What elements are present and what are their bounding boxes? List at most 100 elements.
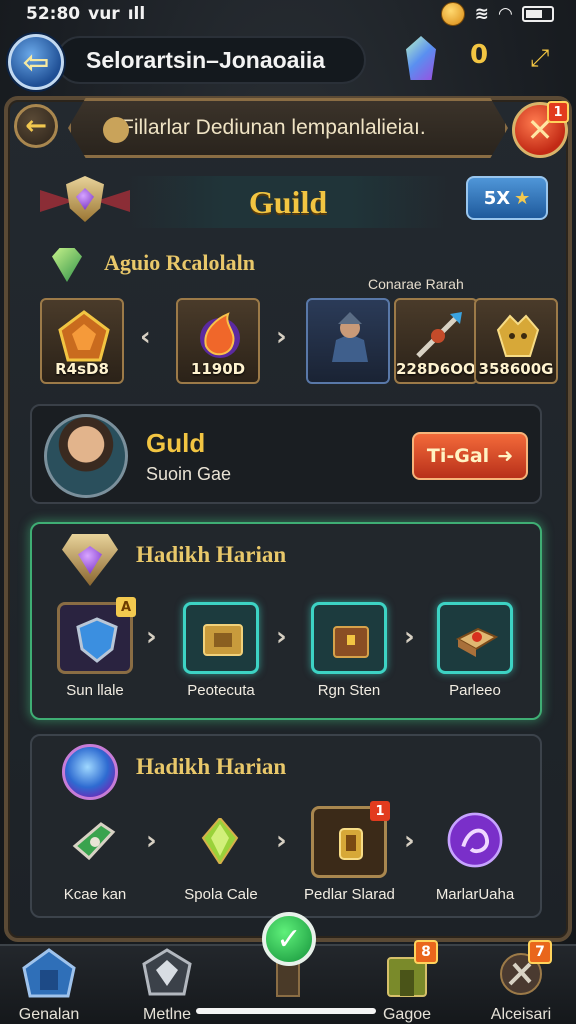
notification-badge: 1 [547,101,569,123]
crystal-icon[interactable] [406,36,436,80]
green-scroll-icon [72,822,116,861]
reward-card[interactable]: 1190D [176,298,260,384]
nav-label: Alceisari [490,1006,552,1023]
quest-item-label: Peotecuta [187,682,255,699]
crossbow-icon [416,312,462,358]
go-button[interactable]: Ti-Gal ➜ [412,432,528,480]
quest-emblem-icon [62,534,118,586]
reward-value: 228D6OOS [396,360,478,378]
link-icon[interactable]: ⤢ [530,44,549,72]
player-subtitle: Suoin Gae [146,464,232,484]
reward-value: R4sD8 [55,360,109,378]
battery-icon [522,6,554,22]
home-indicator[interactable] [196,1008,376,1014]
item-badge: A [116,597,136,617]
wifi-icon-2: ◠ [498,4,512,24]
quest-item[interactable]: Peotecuta [176,602,266,699]
quest-item[interactable]: A Sun llale [50,597,140,699]
guild-title: Guild [128,176,448,228]
nav-badge: 8 [414,940,438,964]
arrow-right-icon: ➜ [497,445,514,467]
emerald-icon [52,248,82,282]
quest-item[interactable]: Kcae kan [50,806,140,903]
page-title: Selorartsin–Jonaoaiia [56,36,366,84]
quest-item-frame [437,806,513,878]
knight-icon [332,312,368,362]
confirm-button[interactable]: ✓ [262,912,316,966]
go-button-label: Ti-Gal [426,445,490,467]
nav-item-general[interactable]: Genalan [0,948,104,1024]
reward-card[interactable]: 358600G [474,298,558,384]
player-card: Guld Suoin Gae Ti-Gal ➜ [30,404,542,504]
panel-banner: Fillarlar Dediunan lempanlalieiaı. [68,98,508,158]
quest-item[interactable]: Rgn Sten [304,602,394,699]
wifi-icon: ≋ [474,4,489,24]
green-crystal-icon [201,818,239,864]
nav-item-alceisari[interactable]: 7 Alceisari [466,940,576,1024]
nav-label: Genalan [18,1006,80,1023]
quest-item[interactable]: Spola Cale [176,806,266,903]
player-name: Guld [146,428,206,458]
guild-emblem-icon [40,176,130,230]
daily-quest-panel-2: Hadikh Harian Kcae kan › Spola Cale › 1 [30,734,542,918]
arrow-left-icon: ⇦ [22,43,50,81]
status-time: 52:80 [26,4,81,24]
quest-item-frame [437,602,513,674]
treasure-tablet-icon [203,624,243,656]
quest-item-label: Rgn Sten [317,682,381,699]
reward-section-label: Aguio Rcalolaln [104,250,255,275]
chevron-left-icon[interactable]: ‹ [140,322,151,352]
quest-title: Hadikh Harian [136,542,287,567]
quest-item-frame: A [57,597,136,674]
star-icon: ★ [514,187,531,209]
chevron-right-icon[interactable]: › [276,322,287,352]
quest-item-label: Sun llale [66,682,124,699]
reward-card[interactable]: R4sD8 [40,298,124,384]
quest-item-frame [183,806,259,878]
quest-item-frame [57,806,133,878]
quest-item-label: Spola Cale [184,886,258,903]
golden-mask-icon [496,314,540,357]
chevron-right-icon: › [404,622,415,652]
back-button[interactable]: ⇦ [8,34,64,90]
multiplier-value: 5X [483,187,511,209]
amulet-icon [58,310,110,362]
reward-card[interactable] [306,298,390,384]
gem-shield-icon [142,948,192,996]
fire-orb-icon [200,312,240,358]
quest-title: Hadikh Harian [136,754,287,779]
chevron-right-icon: › [276,826,287,856]
quest-item[interactable]: 1 Pedlar Slarad [304,801,395,903]
quest-item-label: Parleeo [449,682,501,699]
quest-item-frame: 1 [311,801,390,878]
golden-lantern-icon [339,828,363,860]
nav-badge: 7 [528,940,552,964]
chevron-right-icon: › [146,826,157,856]
panel-back-button[interactable]: ← [14,104,58,148]
reward-sub-label: Conarae Rarah [368,276,464,292]
arrow-left-icon: ← [25,111,47,141]
quest-item-label: Kcae kan [63,886,127,903]
quest-item[interactable]: Parleeo [430,602,520,699]
gem-icon [76,188,94,210]
status-signal: ıll [127,4,146,24]
coin-icon [440,2,465,26]
multiplier-button[interactable]: 5X ★ [466,176,548,220]
daily-quest-panel: Hadikh Harian A Sun llale › Peotecuta › … [30,522,542,720]
chevron-right-icon: › [404,826,415,856]
avatar[interactable] [44,414,128,498]
top-bar: Selorartsin–Jonaoaiia ⇦ 0 ⤢ [8,34,568,90]
reward-card[interactable]: 228D6OOS [394,298,478,384]
chest-icon [333,626,369,658]
reward-value: 358600G [478,360,554,378]
gem-icon [78,546,102,574]
skull-icon [103,117,129,143]
quest-emblem-icon [62,744,118,800]
quest-item[interactable]: MarlarUaha [430,806,520,903]
item-badge: 1 [370,801,390,821]
banner-text: Fillarlar Dediunan lempanlalieiaı. [121,116,426,139]
shield-icon [76,617,118,663]
reward-value: 1190D [190,360,246,378]
close-button[interactable]: ✕ 1 [512,101,569,158]
chevron-right-icon: › [146,622,157,652]
